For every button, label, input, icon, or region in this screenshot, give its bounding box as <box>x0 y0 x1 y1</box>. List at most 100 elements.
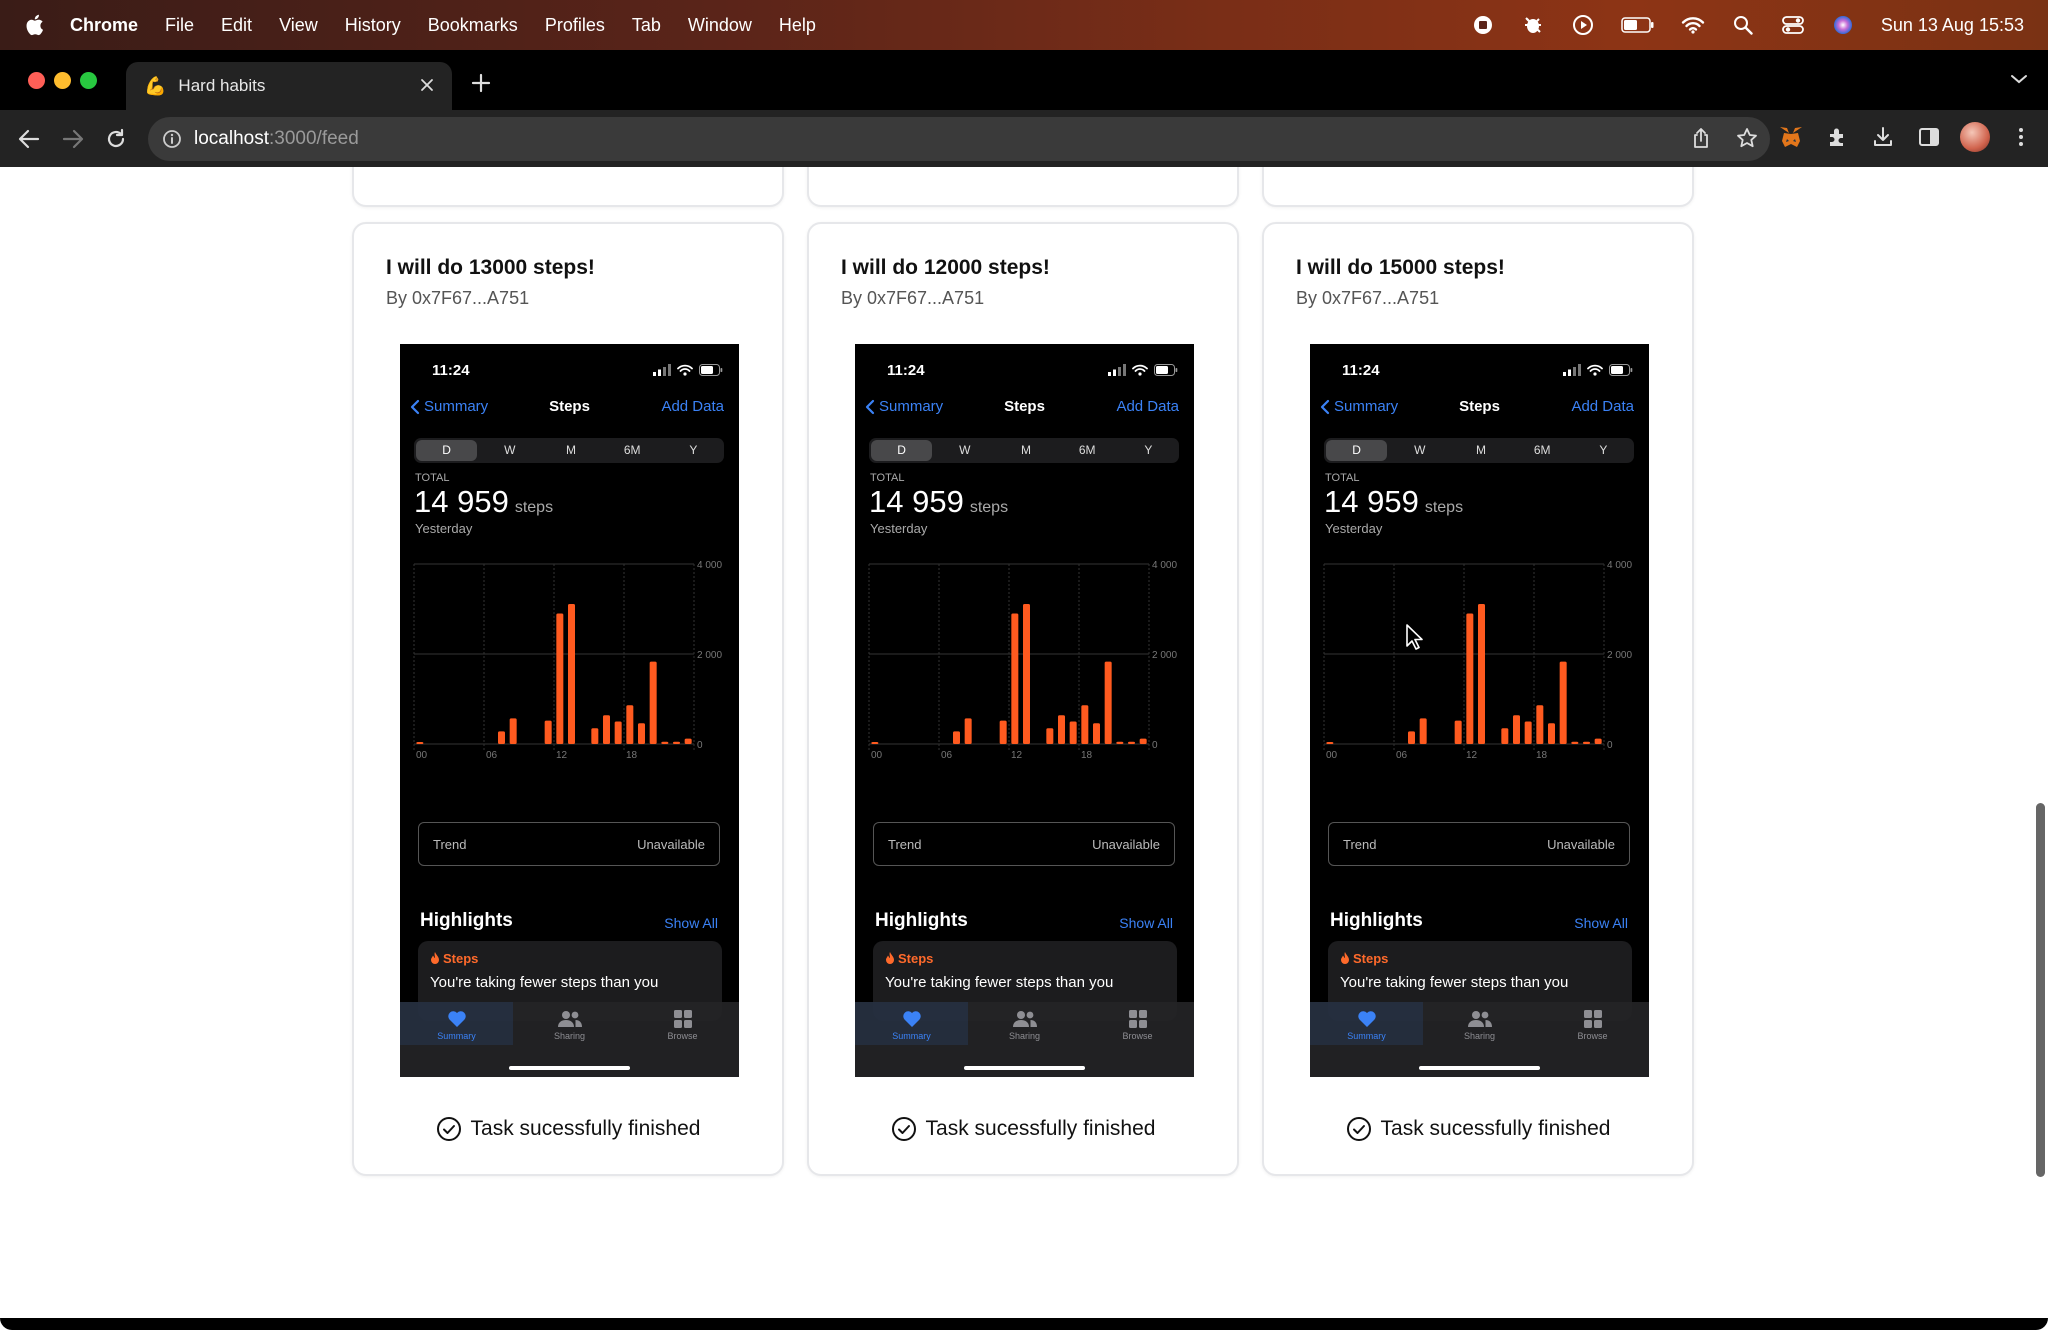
phone-show-all[interactable]: Show All <box>1119 915 1173 931</box>
back-arrow-icon[interactable] <box>14 124 44 154</box>
phone-tab-browse[interactable]: Browse <box>1081 1002 1194 1077</box>
status-text: Task sucessfully finished <box>925 1117 1156 1140</box>
site-info-icon[interactable] <box>162 129 182 155</box>
phone-time: 11:24 <box>1342 362 1380 379</box>
phone-tab-summary[interactable]: Summary <box>400 1002 513 1045</box>
segment[interactable]: M <box>540 438 601 463</box>
segment[interactable]: M <box>995 438 1056 463</box>
tab-close-icon[interactable] <box>416 74 438 96</box>
control-center-icon[interactable] <box>1781 13 1805 37</box>
screen-record-icon[interactable] <box>1471 13 1495 37</box>
chevron-down-icon[interactable] <box>2010 72 2028 90</box>
apple-icon[interactable] <box>24 13 54 37</box>
window-zoom-button[interactable] <box>80 72 97 89</box>
window-close-button[interactable] <box>28 72 45 89</box>
extensions-puzzle-icon[interactable] <box>1822 122 1852 152</box>
chart-bar <box>1583 741 1590 744</box>
profile-avatar[interactable] <box>1960 122 1990 152</box>
siri-icon[interactable] <box>1831 13 1855 37</box>
menu-help[interactable]: Help <box>779 15 816 36</box>
page-scrollbar[interactable] <box>2036 803 2045 1177</box>
chart-bar <box>1408 731 1415 744</box>
forward-arrow-icon[interactable] <box>58 124 88 154</box>
chart-bar <box>1559 661 1567 744</box>
chart-bar <box>1116 741 1124 744</box>
segment[interactable]: D <box>416 440 478 461</box>
segment[interactable]: W <box>479 438 540 463</box>
side-panel-icon[interactable] <box>1914 122 1944 152</box>
chart-bar <box>1594 738 1602 744</box>
macos-menubar: Chrome File Edit View History Bookmarks … <box>0 0 2048 50</box>
phone-tab-summary[interactable]: Summary <box>855 1002 968 1045</box>
proof-screenshot[interactable]: 11:24 Summary Steps Add Data D W M 6M Y … <box>1310 344 1649 1077</box>
people-icon <box>1467 1011 1492 1027</box>
menu-profiles[interactable]: Profiles <box>545 15 605 36</box>
phone-tab-browse[interactable]: Browse <box>1536 1002 1649 1077</box>
chart-x-tick: 06 <box>1396 750 1408 761</box>
share-icon[interactable] <box>1690 127 1712 155</box>
proof-screenshot[interactable]: 11:24 Summary Steps Add Data D W M 6M Y … <box>855 344 1194 1077</box>
chart-bar <box>1571 741 1579 744</box>
segment[interactable]: D <box>871 440 933 461</box>
phone-add-data[interactable]: Add Data <box>1571 398 1634 415</box>
chart-bar <box>1081 705 1089 744</box>
phone-show-all[interactable]: Show All <box>1574 915 1628 931</box>
chart-bar <box>1128 741 1135 744</box>
phone-tab-summary[interactable]: Summary <box>1310 1002 1423 1045</box>
chart-bar <box>509 718 517 744</box>
menu-edit[interactable]: Edit <box>221 15 252 36</box>
menu-tab[interactable]: Tab <box>632 15 661 36</box>
chart-bar <box>684 738 692 744</box>
address-bar[interactable]: localhost:3000/feed <box>148 117 1770 161</box>
menu-file[interactable]: File <box>165 15 194 36</box>
menu-view[interactable]: View <box>279 15 318 36</box>
menu-window[interactable]: Window <box>688 15 752 36</box>
segment[interactable]: Y <box>1573 438 1634 463</box>
menu-bookmarks[interactable]: Bookmarks <box>428 15 518 36</box>
bookmark-star-icon[interactable] <box>1736 127 1758 155</box>
proof-screenshot[interactable]: 11:24 Summary Steps Add Data D W M 6M Y … <box>400 344 739 1077</box>
steps-bar-chart: 4 0002 000000 06 12 18 <box>1323 560 1632 761</box>
play-circle-icon[interactable] <box>1571 13 1595 37</box>
menu-app-chrome[interactable]: Chrome <box>70 15 138 36</box>
new-tab-icon[interactable] <box>466 68 496 98</box>
phone-trend-row[interactable]: Trend Unavailable <box>873 822 1175 866</box>
window-minimize-button[interactable] <box>54 72 71 89</box>
phone-add-data[interactable]: Add Data <box>661 398 724 415</box>
menu-history[interactable]: History <box>345 15 401 36</box>
battery-icon[interactable] <box>1621 13 1655 37</box>
phone-trend-row[interactable]: Trend Unavailable <box>1328 822 1630 866</box>
segment[interactable]: 6M <box>1057 438 1118 463</box>
menubar-clock[interactable]: Sun 13 Aug 15:53 <box>1881 15 2024 36</box>
phone-add-data[interactable]: Add Data <box>1116 398 1179 415</box>
flame-icon <box>886 952 894 964</box>
segment[interactable]: D <box>1326 440 1388 461</box>
reload-icon[interactable] <box>101 124 131 154</box>
segment[interactable]: W <box>934 438 995 463</box>
segment[interactable]: 6M <box>602 438 663 463</box>
kebab-menu-icon[interactable] <box>2006 122 2036 152</box>
bug-icon[interactable] <box>1521 13 1545 37</box>
segment[interactable]: 6M <box>1512 438 1573 463</box>
phone-show-all[interactable]: Show All <box>664 915 718 931</box>
phone-trend-row[interactable]: Trend Unavailable <box>418 822 720 866</box>
tab-hard-habits[interactable]: 💪 Hard habits <box>126 62 452 110</box>
phone-total-label: TOTAL <box>1325 472 1360 484</box>
segment[interactable]: Y <box>663 438 724 463</box>
download-icon[interactable] <box>1868 122 1898 152</box>
chart-bar <box>416 742 424 744</box>
chart-y-tick: 4 000 <box>1152 560 1177 571</box>
phone-tab-browse[interactable]: Browse <box>626 1002 739 1077</box>
segment[interactable]: W <box>1389 438 1450 463</box>
url-path: :3000/feed <box>269 128 359 149</box>
feed-card-previous <box>807 167 1239 207</box>
wifi-icon[interactable] <box>1681 13 1705 37</box>
phone-home-indicator <box>964 1066 1085 1070</box>
segment[interactable]: M <box>1450 438 1511 463</box>
metamask-fox-icon[interactable] <box>1776 122 1806 152</box>
card-title: I will do 13000 steps! <box>386 256 595 279</box>
phone-time: 11:24 <box>887 362 925 379</box>
spotlight-search-icon[interactable] <box>1731 13 1755 37</box>
url-host: localhost <box>194 128 269 149</box>
segment[interactable]: Y <box>1118 438 1179 463</box>
